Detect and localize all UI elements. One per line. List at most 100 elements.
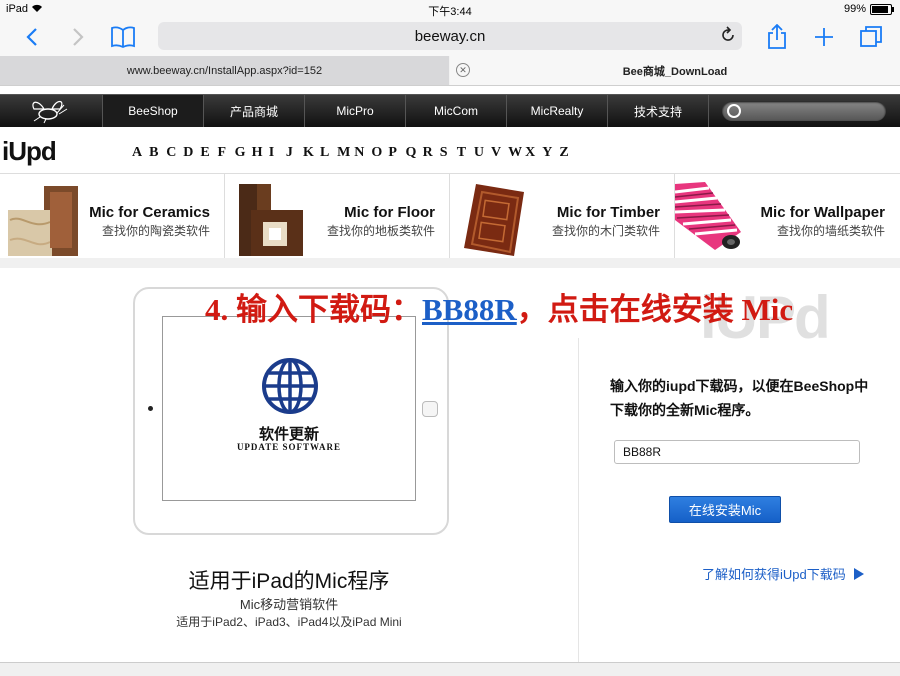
- share-icon: [768, 24, 786, 49]
- site-nav: BeeShop 产品商城 MicPro MicCom MicRealty 技术支…: [0, 94, 900, 127]
- alphabet-letter-g[interactable]: G: [235, 145, 252, 161]
- alphabet-letter-b[interactable]: B: [149, 145, 166, 161]
- instruction-suffix: ，点击在线安装 Mic: [516, 292, 794, 327]
- bookmarks-button[interactable]: [108, 22, 138, 52]
- door-icon: [464, 184, 524, 256]
- reload-button[interactable]: [720, 26, 736, 49]
- nav-beeshop[interactable]: BeeShop: [102, 95, 203, 127]
- nav-micpro[interactable]: MicPro: [304, 95, 405, 127]
- download-code-input[interactable]: [614, 440, 860, 464]
- category-title: Mic for Wallpaper: [760, 204, 885, 221]
- forward-button[interactable]: [66, 22, 90, 52]
- battery-status: 99%: [843, 3, 894, 15]
- close-tab-icon[interactable]: ✕: [456, 63, 470, 77]
- alphabet-letter-z[interactable]: Z: [559, 145, 576, 161]
- book-icon: [111, 26, 135, 48]
- category-strip: Mic for Ceramics 查找你的陶瓷类软件 Mic for Floor…: [0, 173, 900, 259]
- alphabet-letter-i[interactable]: I: [269, 145, 286, 161]
- alphabet-letter-d[interactable]: D: [183, 145, 200, 161]
- category-subtitle: 查找你的木门类软件: [551, 224, 660, 238]
- alphabet-letter-c[interactable]: C: [166, 145, 183, 161]
- category-timber[interactable]: Mic for Timber 查找你的木门类软件: [450, 174, 675, 258]
- arrow-right-icon: [853, 567, 864, 580]
- ipad-home-button-icon: [422, 401, 438, 417]
- alphabet-letter-x[interactable]: X: [525, 145, 542, 161]
- app-title: 适用于iPad的Mic程序: [188, 570, 390, 593]
- alphabet-letter-l[interactable]: L: [320, 145, 337, 161]
- alphabet-letter-e[interactable]: E: [200, 145, 217, 161]
- ipad-camera-icon: [148, 406, 153, 411]
- alphabet-letter-t[interactable]: T: [457, 145, 474, 161]
- category-title: Mic for Ceramics: [89, 204, 210, 221]
- app-description: Mic移动营销软件: [239, 597, 339, 612]
- browser-toolbar: beeway.cn: [0, 18, 900, 56]
- alphabet-letter-j[interactable]: J: [286, 145, 303, 161]
- category-subtitle: 查找你的陶瓷类软件: [101, 224, 210, 238]
- status-time: 下午3:44: [428, 6, 472, 18]
- tabs-icon: [860, 26, 882, 47]
- category-wallpaper[interactable]: Mic for Wallpaper 查找你的墙纸类软件: [675, 174, 899, 258]
- new-tab-button[interactable]: [812, 22, 836, 52]
- share-button[interactable]: [764, 22, 790, 52]
- nav-miccom[interactable]: MicCom: [405, 95, 506, 127]
- url-text: beeway.cn: [414, 28, 486, 45]
- wallpaper-roll-icon: [675, 182, 741, 250]
- alphabet-letter-p[interactable]: P: [388, 145, 405, 161]
- chevron-left-icon: [26, 28, 37, 46]
- install-online-button[interactable]: 在线安装Mic: [669, 496, 781, 523]
- tab-download[interactable]: ✕ Bee商城_DownLoad: [450, 56, 900, 85]
- iupd-logo[interactable]: iUpd: [2, 136, 57, 167]
- section-divider: [0, 258, 900, 268]
- category-title: Mic for Floor: [344, 204, 435, 221]
- alphabet-letter-s[interactable]: S: [440, 145, 457, 161]
- update-subtitle: UPDATE SOFTWARE: [236, 442, 342, 452]
- alphabet-letter-h[interactable]: H: [252, 145, 269, 161]
- alphabet-letter-u[interactable]: U: [474, 145, 491, 161]
- alphabet-letter-n[interactable]: N: [354, 145, 371, 161]
- ceramic-tiles-icon: [8, 186, 78, 256]
- download-prompt: 输入你的iupd下载码，以便在BeeShop中下载你的全新Mic程序。: [610, 378, 869, 418]
- alphabet-letter-o[interactable]: O: [371, 145, 388, 161]
- alphabet-letter-k[interactable]: K: [303, 145, 320, 161]
- bee-logo-icon[interactable]: [20, 97, 84, 125]
- status-bar: iPad 下午3:44 99%: [0, 0, 900, 18]
- category-title: Mic for Timber: [556, 204, 660, 221]
- alphabet-letter-y[interactable]: Y: [542, 145, 559, 161]
- category-subtitle: 查找你的墙纸类软件: [776, 224, 885, 238]
- plus-icon: [815, 28, 833, 46]
- globe-icon: [262, 358, 318, 414]
- alphabet-letter-r[interactable]: R: [423, 145, 440, 161]
- nav-support[interactable]: 技术支持: [607, 95, 709, 127]
- alphabet-letter-m[interactable]: M: [337, 145, 354, 161]
- site-search-input[interactable]: [722, 101, 886, 121]
- chevron-right-icon: [73, 28, 84, 46]
- alphabet-letter-a[interactable]: A: [132, 145, 149, 161]
- floor-icon: [239, 184, 303, 256]
- back-button[interactable]: [20, 22, 44, 52]
- category-subtitle: 查找你的地板类软件: [326, 224, 435, 238]
- address-bar[interactable]: beeway.cn: [158, 22, 742, 50]
- instruction-code: BB88R: [422, 292, 517, 327]
- battery-icon: [870, 3, 894, 15]
- category-floor[interactable]: Mic for Floor 查找你的地板类软件: [225, 174, 450, 258]
- alphabet-letter-v[interactable]: V: [491, 145, 508, 161]
- tab-installapp[interactable]: www.beeway.cn/InstallApp.aspx?id=152: [0, 56, 449, 85]
- search-icon: [727, 104, 741, 118]
- category-ceramics[interactable]: Mic for Ceramics 查找你的陶瓷类软件: [0, 174, 225, 258]
- page-footer-edge: [0, 662, 900, 676]
- tab-bar: www.beeway.cn/InstallApp.aspx?id=152 ✕ B…: [0, 56, 900, 86]
- help-link[interactable]: 了解如何获得iUpd下载码: [702, 564, 864, 583]
- alphabet-letter-w[interactable]: W: [508, 145, 525, 161]
- nav-products[interactable]: 产品商城: [203, 95, 304, 127]
- tab-label: www.beeway.cn/InstallApp.aspx?id=152: [126, 64, 323, 77]
- alphabet-letter-f[interactable]: F: [217, 145, 234, 161]
- battery-percent: 99%: [843, 3, 866, 15]
- alphabet-letter-q[interactable]: Q: [406, 145, 423, 161]
- update-title: 软件更新: [258, 426, 319, 443]
- alphabet-index: ABCDEFGHIJKLMNOPQRSTUVWXYZ: [132, 145, 576, 161]
- instruction-banner: 4. 输入下载码：BB88R，点击在线安装 Mic: [205, 284, 793, 329]
- help-link-text[interactable]: 了解如何获得iUpd下载码: [702, 564, 846, 583]
- reload-icon: [722, 26, 734, 41]
- tabs-button[interactable]: [858, 22, 884, 52]
- nav-micrealty[interactable]: MicRealty: [506, 95, 607, 127]
